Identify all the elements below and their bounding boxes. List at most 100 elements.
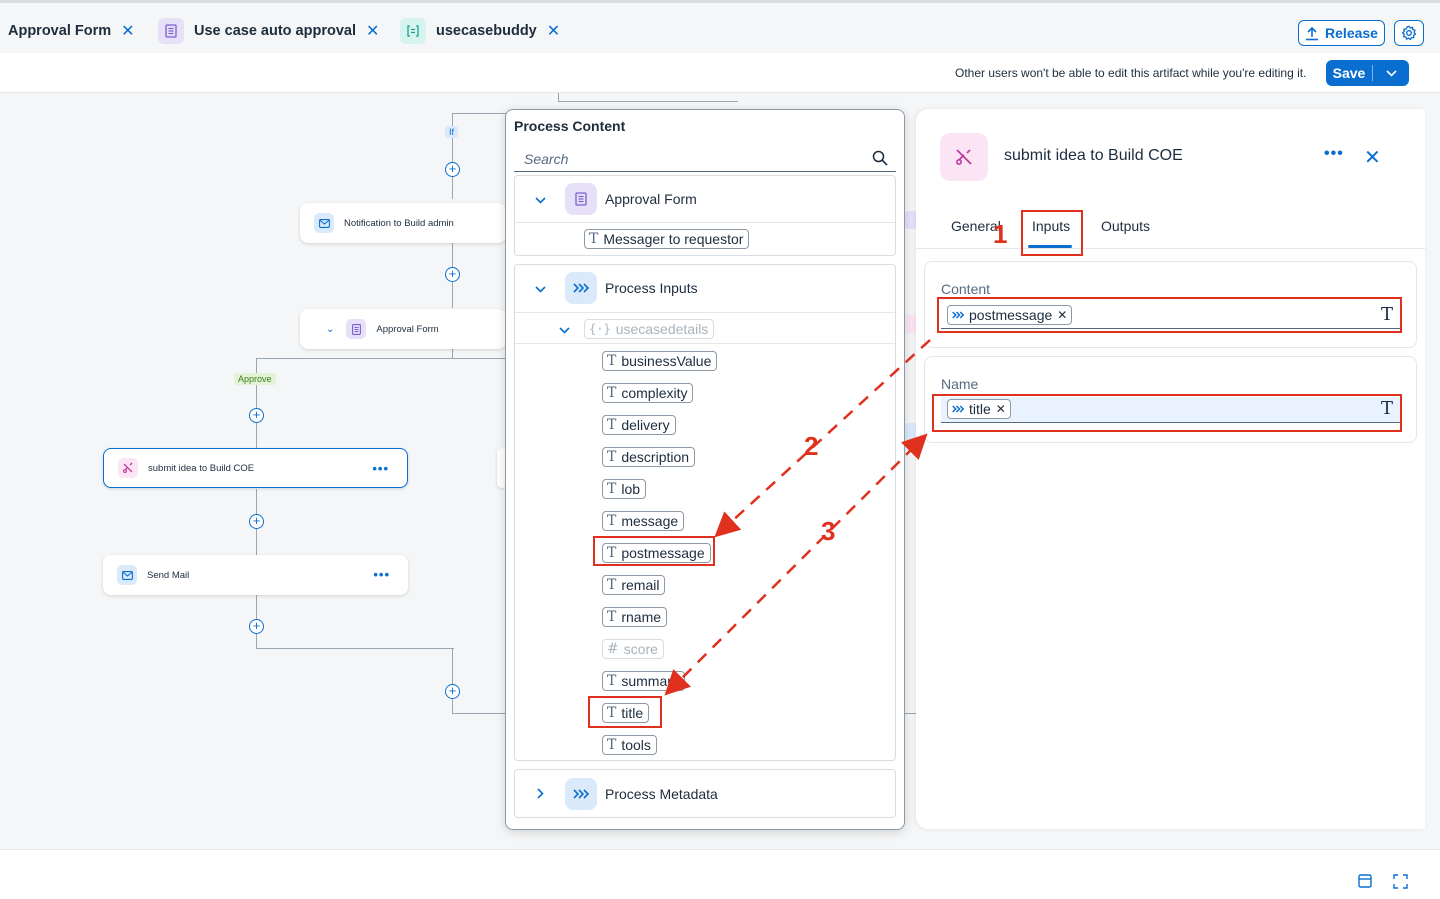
chip-label: postmessage: [969, 307, 1053, 323]
if-branch-tag: If: [445, 126, 459, 138]
add-step-button[interactable]: +: [249, 408, 264, 423]
text-type-icon: T: [607, 673, 617, 689]
token-tools[interactable]: Ttools: [602, 735, 657, 755]
panel-title: submit idea to Build COE: [1004, 147, 1183, 164]
token-usecasedetails[interactable]: {·} usecasedetails: [584, 319, 715, 339]
annotation-step-3: 3: [821, 516, 836, 546]
token-title[interactable]: Ttitle: [602, 703, 650, 723]
process-inputs-header[interactable]: Process Inputs: [515, 265, 895, 311]
chevron-down-icon[interactable]: [515, 280, 565, 296]
chevron-down-icon[interactable]: [515, 191, 565, 207]
add-step-button[interactable]: +: [445, 684, 460, 699]
node-notification-to-build-admin[interactable]: Notification to Build admin: [300, 203, 506, 243]
add-step-button[interactable]: +: [249, 514, 264, 529]
chevron-down-icon[interactable]: ⌄: [326, 324, 334, 335]
process-content-panel: Process Content Search Approval Form T Me…: [505, 109, 905, 830]
token-label: title: [621, 705, 644, 721]
text-type-icon[interactable]: T: [1381, 304, 1393, 325]
remove-icon[interactable]: ✕: [996, 402, 1006, 416]
name-input[interactable]: title ✕ T: [941, 397, 1401, 423]
connector: [452, 713, 506, 714]
chevron-down-icon[interactable]: [559, 321, 570, 339]
connector: [256, 358, 506, 359]
content-input[interactable]: postmessage ✕ T: [941, 303, 1401, 329]
token-businessvalue[interactable]: TbusinessValue: [602, 351, 718, 371]
tab-approval-form[interactable]: Approval Form ✕: [8, 16, 135, 46]
field-label: Content: [941, 281, 991, 297]
connector: [452, 648, 453, 714]
panel-layout-icon[interactable]: [1358, 874, 1372, 888]
chevron-right-icon[interactable]: [515, 786, 565, 802]
token-summary[interactable]: Tsummary: [602, 671, 685, 691]
tab-inputs[interactable]: Inputs: [1032, 218, 1070, 234]
remove-icon[interactable]: ✕: [1057, 308, 1067, 322]
token-postmessage[interactable]: Tpostmessage: [602, 543, 711, 563]
node-submit-idea-selected[interactable]: submit idea to Build COE •••: [103, 448, 408, 488]
approval-form-header[interactable]: Approval Form: [515, 176, 895, 222]
more-options-icon[interactable]: •••: [372, 461, 389, 476]
annotation-step-1: 1: [993, 219, 1008, 249]
release-button[interactable]: Release: [1298, 20, 1385, 46]
add-step-button[interactable]: +: [445, 162, 460, 177]
close-icon[interactable]: ✕: [547, 21, 560, 41]
search-input[interactable]: Search: [514, 146, 896, 172]
process-metadata-group: Process Metadata: [514, 769, 896, 818]
token-label: Messager to requestor: [603, 231, 744, 247]
connector: [452, 113, 506, 114]
more-options-icon[interactable]: •••: [1324, 145, 1344, 163]
process-metadata-header[interactable]: Process Metadata: [515, 771, 895, 817]
text-type-icon: T: [607, 737, 617, 753]
settings-button[interactable]: [1394, 20, 1424, 46]
close-icon[interactable]: ✕: [1364, 145, 1381, 170]
token-label: rname: [621, 609, 662, 625]
postmessage-chip[interactable]: postmessage ✕: [947, 305, 1073, 325]
token-remail[interactable]: Tremail: [602, 575, 666, 595]
approval-form-group: Approval Form T Messager to requestor: [514, 175, 896, 256]
action-icon: [940, 133, 988, 181]
node-send-mail[interactable]: Send Mail •••: [103, 555, 408, 595]
token-message[interactable]: Tmessage: [602, 511, 685, 531]
node-label: Approval Form: [376, 323, 439, 335]
save-button[interactable]: Save: [1326, 60, 1409, 86]
text-type-icon: T: [607, 513, 617, 529]
token-messager-to-requestor[interactable]: T Messager to requestor: [584, 229, 750, 249]
connector: [256, 648, 454, 649]
add-step-button[interactable]: +: [445, 267, 460, 282]
fullscreen-icon[interactable]: [1393, 874, 1408, 889]
token-label: usecasedetails: [615, 321, 709, 337]
tab-use-case-auto-approval[interactable]: Use case auto approval ✕: [158, 16, 379, 46]
token-rname[interactable]: Trname: [602, 607, 668, 627]
tab-outputs[interactable]: Outputs: [1101, 218, 1150, 234]
annotation-step-2: 2: [804, 431, 819, 461]
data-type-icon: [400, 18, 426, 44]
connector: [558, 93, 559, 101]
more-options-icon[interactable]: •••: [373, 567, 390, 582]
tab-label: Approval Form: [8, 23, 112, 39]
process-metadata-icon: [565, 778, 597, 810]
close-icon[interactable]: ✕: [121, 21, 134, 41]
text-type-icon[interactable]: T: [1381, 398, 1393, 419]
text-type-icon: T: [607, 577, 617, 593]
process-inputs-icon: [952, 405, 964, 413]
connector: [256, 358, 257, 448]
title-chip[interactable]: title ✕: [947, 399, 1011, 419]
add-step-button[interactable]: +: [249, 619, 264, 634]
search-icon[interactable]: [872, 150, 888, 166]
node-approval-form[interactable]: ⌄ Approval Form: [300, 309, 506, 349]
process-inputs-group: Process Inputs {·} usecasedetails Tbusine…: [514, 264, 896, 761]
close-icon[interactable]: ✕: [366, 21, 379, 41]
token-lob[interactable]: Tlob: [602, 479, 647, 499]
text-type-icon: T: [607, 481, 617, 497]
token-label: delivery: [621, 417, 670, 433]
token-description[interactable]: Tdescription: [602, 447, 696, 467]
token-delivery[interactable]: Tdelivery: [602, 415, 676, 435]
upload-icon: [1306, 26, 1319, 40]
token-label: score: [623, 641, 658, 657]
chip-label: title: [969, 401, 991, 417]
token-label: complexity: [621, 385, 688, 401]
tab-usecasebuddy[interactable]: usecasebuddy ✕: [400, 16, 560, 46]
save-menu-toggle[interactable]: [1373, 69, 1409, 77]
token-complexity[interactable]: Tcomplexity: [602, 383, 694, 403]
text-type-icon: T: [607, 705, 617, 721]
token-label: summary: [621, 673, 679, 689]
